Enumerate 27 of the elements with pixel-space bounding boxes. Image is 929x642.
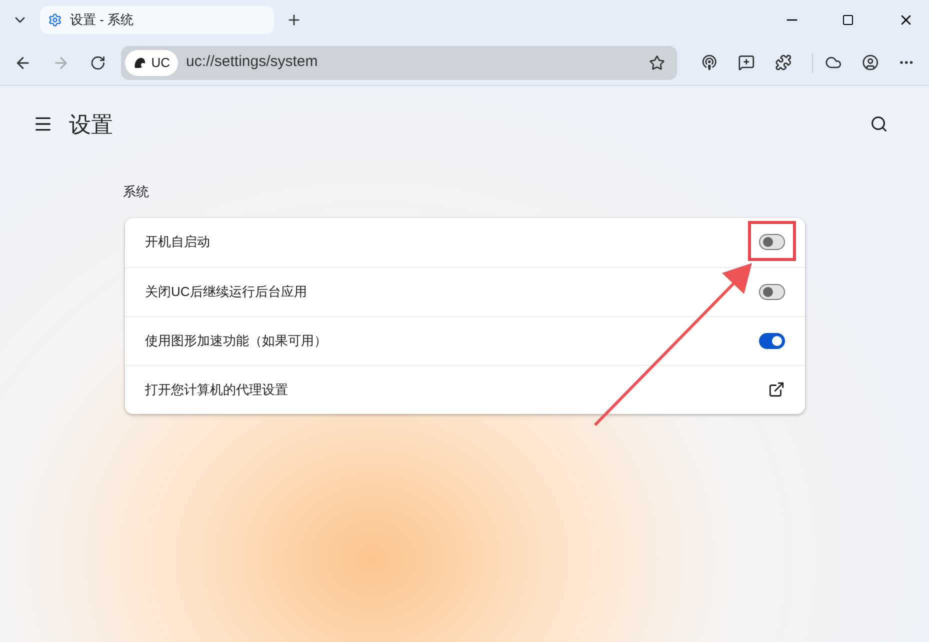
extensions-icon[interactable] [775,54,792,71]
browser-tab[interactable]: 设置 - 系统 [40,6,274,34]
address-field[interactable]: UC uc://settings/system [121,46,678,80]
setting-label: 打开您计算机的代理设置 [145,380,289,399]
tab-title: 设置 - 系统 [70,11,134,30]
toggle-switch[interactable] [759,234,785,250]
setting-label: 使用图形加速功能（如果可用） [145,332,328,350]
section-heading: 系统 [123,183,149,201]
page-title: 设置 [69,110,113,138]
maximize-icon[interactable] [842,14,854,26]
settings-icon [48,13,62,27]
reload-icon[interactable] [90,54,106,70]
toggle-switch[interactable] [759,332,785,348]
search-icon[interactable] [870,115,888,133]
setting-label: 开机自启动 [145,233,211,252]
site-badge-text: UC [151,54,170,72]
url-text: uc://settings/system [186,52,319,72]
external-link-icon[interactable] [768,381,785,398]
site-badge[interactable]: UC [125,50,178,76]
cloud-icon[interactable] [824,54,842,71]
bookmark-star-icon[interactable] [649,54,666,70]
chat-plus-icon[interactable] [738,54,755,71]
new-tab-icon[interactable] [286,12,302,28]
profile-icon[interactable] [862,54,878,71]
broadcast-icon[interactable] [701,54,718,71]
toggle-switch[interactable] [759,284,785,300]
setting-label: 关闭UC后继续运行后台应用 [145,282,308,301]
